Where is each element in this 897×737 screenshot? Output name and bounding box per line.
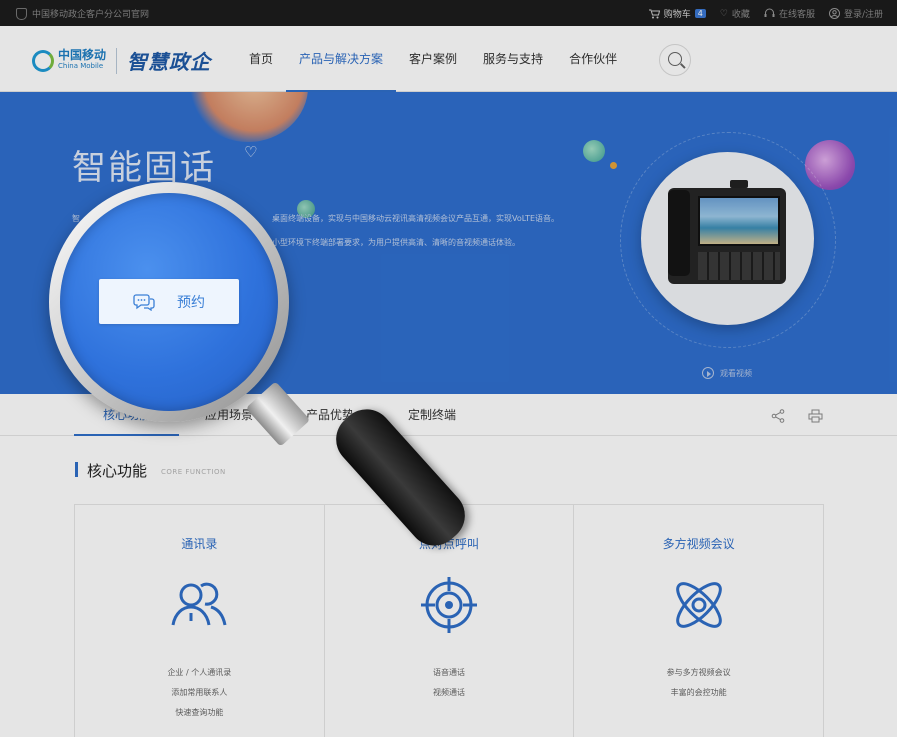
search-icon[interactable] [659,44,691,76]
cart-icon [648,9,660,18]
cart-label: 购物车 [663,10,691,20]
heart-outline-icon: ♡ [719,8,728,19]
favorites-label: 收藏 [731,10,750,20]
camera [730,180,748,188]
target-call-icon [421,577,477,633]
shield-icon [16,7,27,20]
logo-divider [116,47,118,74]
login-label: 登录/注册 [843,10,883,20]
desc-line-2: 小型环境下终端部署要求，为用户提供高清、清晰的音视频通话体验。 [272,238,520,247]
logo-text: 中国移动 China Mobile [58,47,107,72]
login-link[interactable]: 登录/注册 [828,7,883,20]
nav-item-home[interactable]: 首页 [236,26,286,92]
chat-bubble-icon [133,293,155,311]
decor-orb [583,140,605,162]
feature-item: 添加常用联系人 [171,688,228,697]
handset [668,190,690,276]
desc-line-1: 桌面终端设备，实现与中国移动云视讯高清视频会议产品互通，实现VoLTE语音。 [272,214,560,223]
card-title: 通讯录 [181,537,218,551]
feature-item: 企业 / 个人通讯录 [167,668,232,677]
reserve-label: 预约 [177,294,205,311]
main-nav: 首页 产品与解决方案 客户案例 服务与支持 合作伙伴 [236,26,630,92]
product-title: 智能固话 [72,148,216,188]
support-link[interactable]: 在线客服 [764,7,815,20]
site-name: 中国移动政企客户分公司官网 [32,10,150,20]
decor-orb [610,162,617,169]
nav-item-cases[interactable]: 客户案例 [396,26,470,92]
headset-icon [764,8,775,17]
tab-custom-terminal[interactable]: 定制终端 [408,394,456,436]
feature-item: 语音通话 [433,668,465,677]
section-subtitle: CORE FUNCTION [161,468,226,476]
nav-item-products[interactable]: 产品与解决方案 [286,26,397,92]
user-circle-icon [828,8,840,19]
logo-cn: 中国移动 [58,47,107,62]
cart-count-badge: 4 [694,9,706,18]
top-bar-actions: 购物车 4 ♡ 收藏 在线客服 登录/注册 [648,7,883,21]
main-header: 中国移动 China Mobile 智慧政企 首页 产品与解决方案 客户案例 服… [0,26,897,92]
reserve-button[interactable]: 预约 [99,279,239,324]
phone-screen [698,196,780,246]
share-icon[interactable] [771,409,785,423]
card-features: 企业 / 个人通讯录 添加常用联系人 快速查询功能 [75,663,324,723]
card-title: 多方视频会议 [662,537,735,551]
logo[interactable]: 中国移动 China Mobile 智慧政企 [32,46,211,75]
watch-video-label: 观看视频 [720,368,752,378]
atom-conference-icon [675,582,722,628]
keypad [698,252,780,280]
decor-orb [188,92,308,142]
contacts-icon [171,582,227,626]
feature-item: 参与多方视频会议 [666,668,731,677]
feature-card-conference: 多方视频会议 参与多方视频会议 丰富的会控功能 [574,505,823,737]
card-features: 参与多方视频会议 丰富的会控功能 [574,663,823,703]
feature-item: 视频通话 [433,688,465,697]
nav-item-support[interactable]: 服务与支持 [470,26,556,92]
favorite-heart-icon[interactable]: ♡ [244,144,260,160]
feature-card-contacts: 通讯录 企业 / 个人通讯录 添加常用联系人 快速查询功能 [75,505,325,737]
china-mobile-logo-icon [32,49,54,72]
cart-link[interactable]: 购物车 4 [648,7,706,20]
feature-item: 快速查询功能 [175,708,224,717]
support-label: 在线客服 [778,10,815,20]
nav-item-partners[interactable]: 合作伙伴 [556,26,630,92]
smart-phone-image [668,180,786,284]
section-marker [75,462,78,477]
card-features: 语音通话 视频通话 [325,663,574,703]
top-bar: 中国移动政企客户分公司官网 购物车 4 ♡ 收藏 在线客服 登录/注册 [0,0,897,26]
print-icon[interactable] [808,409,823,423]
brand-name: 智慧政企 [127,50,212,74]
feature-item: 丰富的会控功能 [670,688,727,697]
watch-video-link[interactable]: 观看视频 [702,367,752,379]
section-title: 核心功能 [87,462,148,480]
favorites-link[interactable]: ♡ 收藏 [719,7,750,21]
logo-en: China Mobile [58,61,104,70]
site-info: 中国移动政企客户分公司官网 [16,7,149,20]
play-icon [702,367,714,379]
